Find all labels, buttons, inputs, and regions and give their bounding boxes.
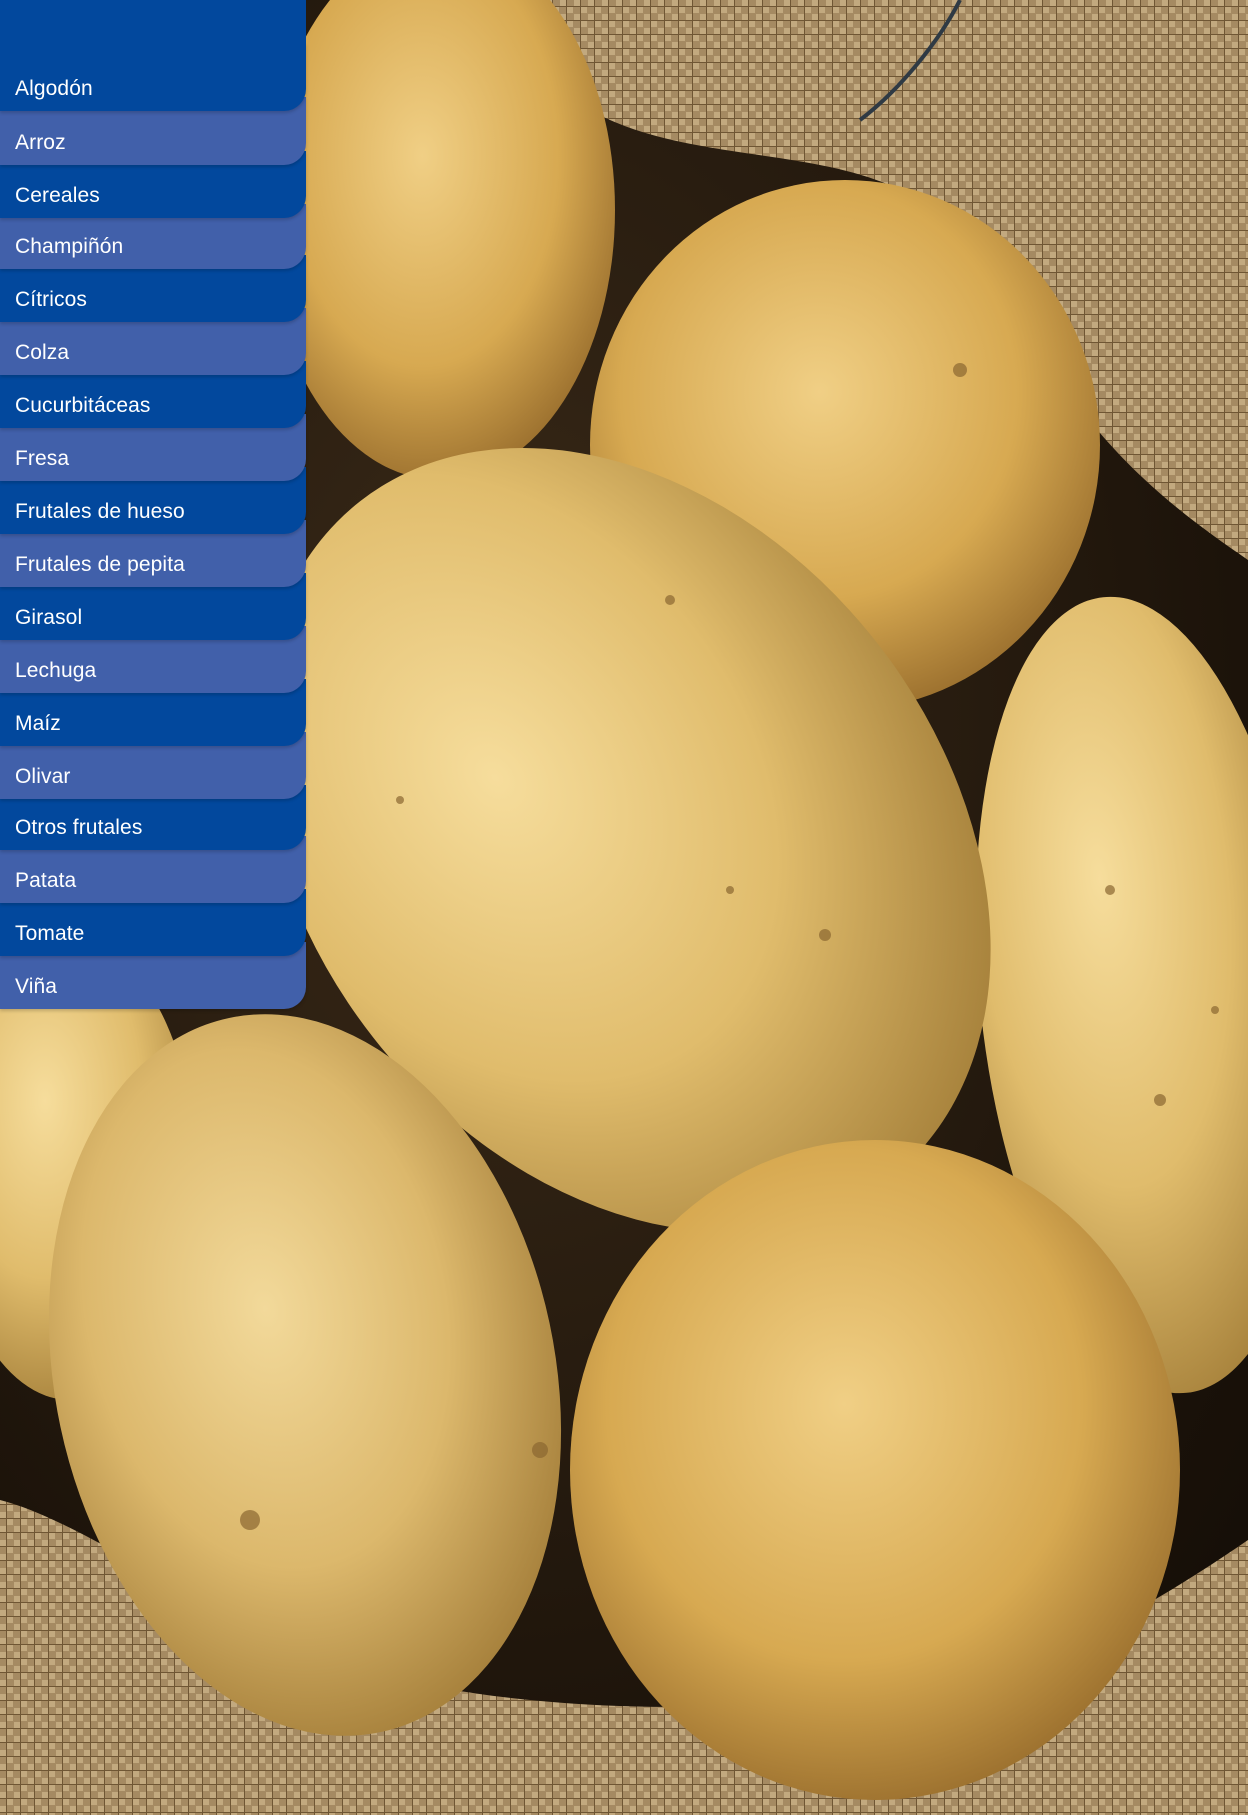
crop-item-label: Tomate [15, 922, 85, 945]
crop-item-label: Olivar [15, 765, 71, 788]
crop-menu-top [0, 0, 306, 57]
crop-item-label: Lechuga [15, 659, 97, 682]
crop-item-label: Cereales [15, 184, 100, 207]
crop-item-label: Arroz [15, 131, 66, 154]
crop-item-label: Frutales de hueso [15, 500, 185, 523]
crop-item-label: Maíz [15, 712, 61, 735]
crop-item-label: Frutales de pepita [15, 553, 185, 576]
crop-item-label: Champiñón [15, 235, 124, 258]
crop-item-label: Cucurbitáceas [15, 394, 151, 417]
crop-menu: Algodón Arroz Cereales Champiñón Cítrico… [0, 0, 306, 1009]
crop-item-label: Patata [15, 869, 77, 892]
crop-item-label: Cítricos [15, 288, 87, 311]
crop-item-label: Fresa [15, 447, 70, 470]
crop-item-label: Viña [15, 975, 58, 998]
crop-item-label: Colza [15, 341, 70, 364]
crop-item-label: Algodón [15, 77, 93, 100]
crop-item-label: Otros frutales [15, 816, 143, 839]
crop-item-label: Girasol [15, 606, 83, 629]
